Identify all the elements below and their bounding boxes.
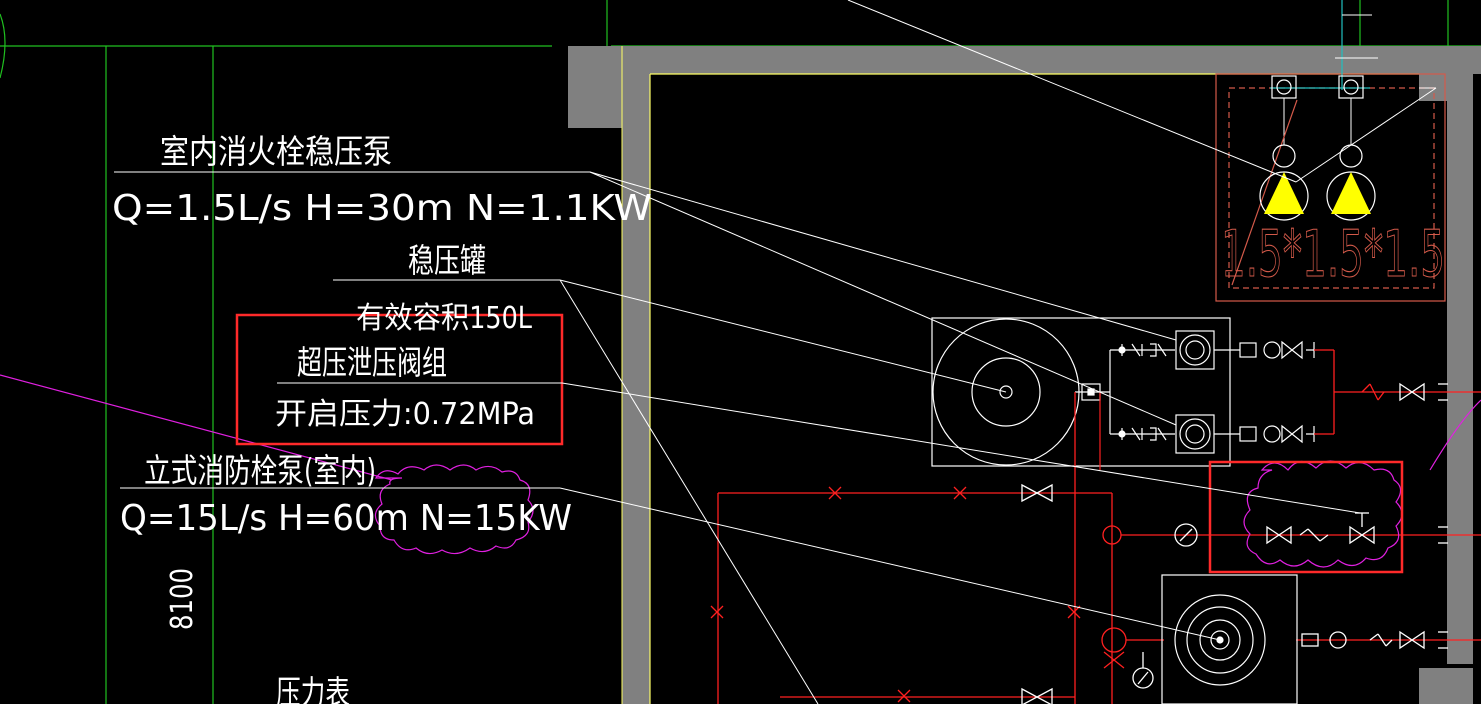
- axis-grid: [0, 0, 1481, 704]
- booster-pump-spec: Q=1.5L/s H=30m N=1.1KW: [112, 188, 652, 229]
- pressure-tank-skid: [931, 317, 1315, 470]
- cad-drawing-canvas[interactable]: 1.5*1.5*1.5 室内消火栓稳压泵 Q=1.5L/s H=30m N=1.…: [0, 0, 1481, 704]
- annotations: 室内消火栓稳压泵 Q=1.5L/s H=30m N=1.1KW 稳压罐 有效容积…: [112, 132, 652, 704]
- relief-valve-skid-highlight-box: [1208, 460, 1404, 574]
- building-walls: [568, 46, 1481, 704]
- pipe-network: [710, 349, 1481, 704]
- booster-pump-title: 室内消火栓稳压泵: [160, 132, 392, 171]
- vertical-fire-pump: [1161, 574, 1298, 704]
- relief-valve-spec: 开启压力:0.72MPa: [275, 397, 535, 432]
- relief-valve-title: 超压泄压阀组: [297, 343, 447, 382]
- dimension-8100-label: 8100: [165, 568, 200, 630]
- vertical-pump-spec: Q=15L/s H=60m N=15KW: [120, 498, 572, 539]
- pressure-gauge-label: 压力表: [276, 673, 350, 704]
- vertical-pump-title: 立式消防栓泵(室内): [144, 451, 376, 490]
- pressure-tank-spec: 有效容积150L: [356, 301, 532, 336]
- pressure-tank-title: 稳压罐: [408, 241, 486, 280]
- pit-size-label: 1.5*1.5*1.5: [1221, 218, 1445, 292]
